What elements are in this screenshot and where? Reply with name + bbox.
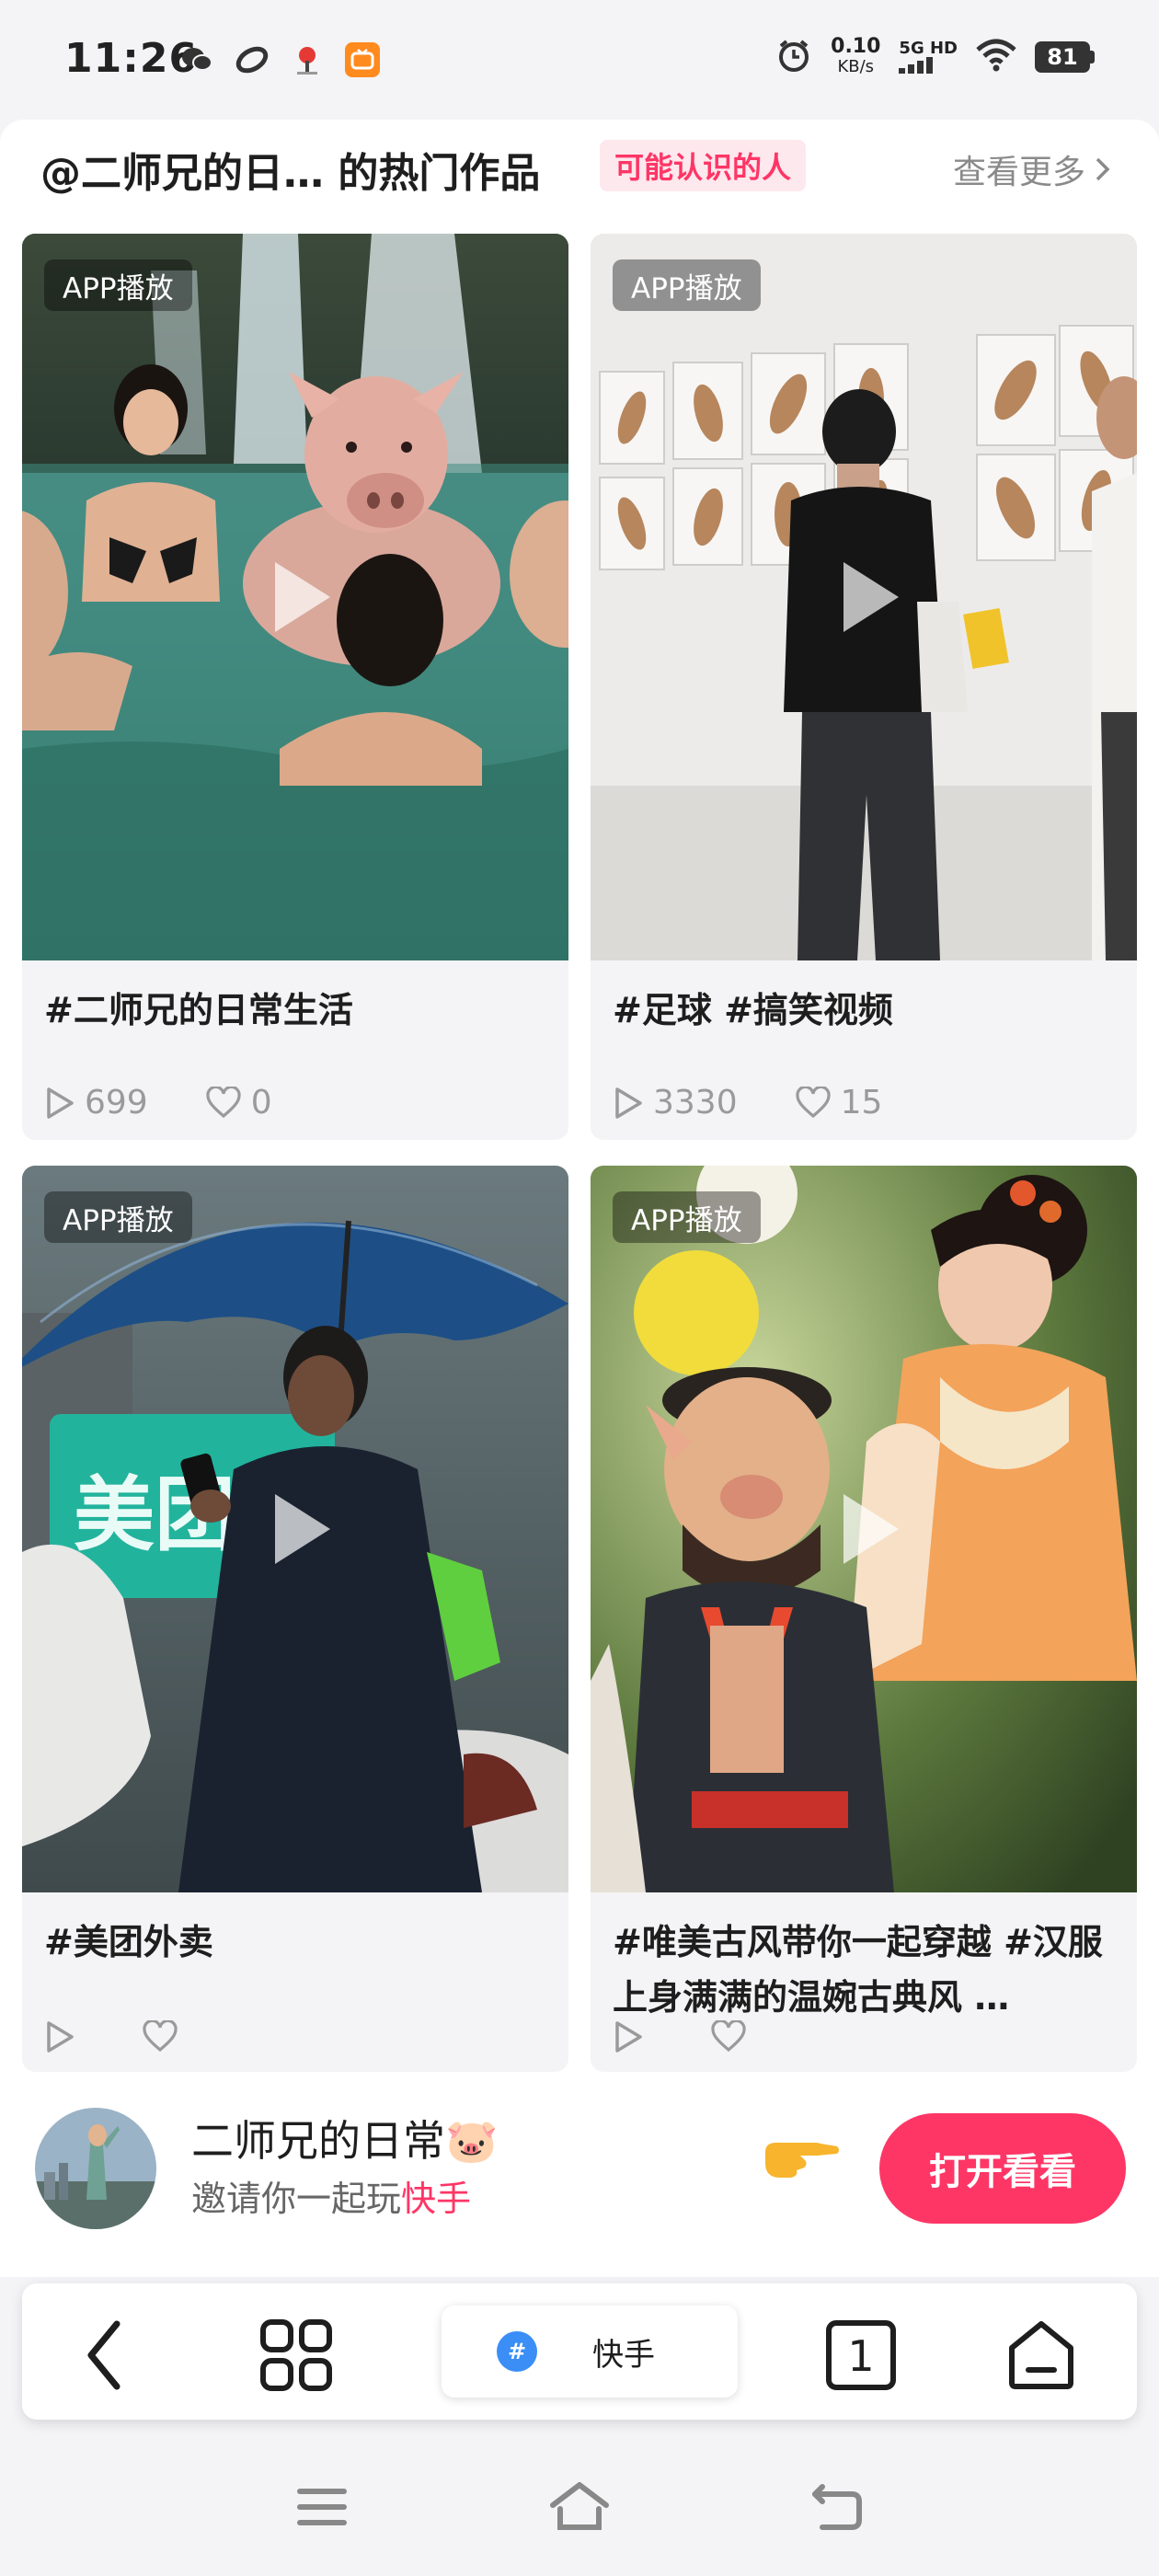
app-play-badge: APP播放 bbox=[44, 259, 192, 311]
recent-apps-button[interactable] bbox=[285, 2475, 359, 2539]
heart-icon bbox=[143, 2020, 178, 2053]
like-count-value: 15 bbox=[840, 1084, 883, 1121]
status-right: 0.10 KB/s 5G HD 81 bbox=[775, 37, 1095, 77]
tv-app-icon bbox=[345, 42, 380, 77]
site-favicon-icon: # bbox=[497, 2331, 537, 2372]
notification-icons bbox=[179, 42, 380, 77]
avatar-image bbox=[35, 2108, 156, 2229]
address-bar-label: 快手 bbox=[592, 2336, 655, 2374]
play-count bbox=[613, 2020, 653, 2053]
open-app-button[interactable]: 打开看看 bbox=[879, 2113, 1126, 2224]
like-count bbox=[710, 2020, 756, 2053]
home-icon bbox=[1009, 2321, 1073, 2389]
system-home-icon bbox=[550, 2482, 609, 2530]
status-time: 11:26 bbox=[64, 35, 199, 82]
signal-label: 5G HD bbox=[899, 39, 958, 58]
video-title: #美团外卖 bbox=[44, 1922, 213, 1962]
like-count bbox=[142, 2020, 188, 2053]
video-title: #二师兄的日常生活 bbox=[44, 990, 353, 1030]
play-count-icon bbox=[615, 2021, 642, 2053]
browser-toolbar: # 快手 1 bbox=[22, 2283, 1137, 2420]
heart-icon bbox=[711, 2020, 746, 2053]
menu-icon bbox=[297, 2489, 347, 2525]
play-count bbox=[44, 2020, 85, 2053]
section-header: @二师兄的日… 的热门作品 可能认识的人 查看更多 bbox=[0, 120, 1159, 221]
video-grid: APP播放 #二师兄的日常生活 699 0 APP播放 #足球 #搞笑视频 33… bbox=[0, 221, 1159, 2088]
avatar[interactable] bbox=[35, 2108, 156, 2229]
alarm-icon bbox=[775, 37, 812, 77]
video-title: #唯美古风带你一起穿越 #汉服上身满满的温婉古典风 … bbox=[613, 1922, 1103, 2018]
system-navigation-bar bbox=[0, 2438, 1159, 2576]
system-home-button[interactable] bbox=[543, 2475, 616, 2539]
wifi-icon bbox=[976, 39, 1016, 75]
play-count-value: 699 bbox=[85, 1084, 148, 1121]
like-count: 15 bbox=[795, 1084, 883, 1121]
like-count-value: 0 bbox=[250, 1084, 272, 1121]
signal-bars-icon bbox=[899, 57, 934, 74]
play-icon bbox=[275, 1494, 330, 1564]
invite-text: 邀请你一起玩快手 bbox=[191, 2170, 471, 2221]
like-count: 0 bbox=[205, 1084, 272, 1121]
video-thumbnail[interactable]: 美团 APP播放 bbox=[22, 1166, 568, 1892]
return-icon bbox=[812, 2484, 862, 2530]
home-button[interactable] bbox=[1004, 2318, 1078, 2392]
battery-level: 81 bbox=[1035, 41, 1090, 73]
invite-bar: 二师兄的日常🐷 邀请你一起玩快手 打开看看 bbox=[0, 2075, 1159, 2277]
heart-icon bbox=[796, 1086, 831, 1118]
invite-app-name: 快手 bbox=[401, 2179, 472, 2219]
see-more-link[interactable]: 查看更多 bbox=[953, 145, 1113, 193]
apps-grid-button[interactable] bbox=[259, 2318, 333, 2392]
play-count-icon bbox=[615, 1087, 642, 1119]
video-stats bbox=[44, 2020, 245, 2053]
back-button[interactable] bbox=[68, 2318, 142, 2392]
invite-user-name: 二师兄的日常🐷 bbox=[191, 2116, 499, 2166]
video-stats: 3330 15 bbox=[613, 1084, 939, 1121]
video-stats bbox=[613, 2020, 813, 2053]
play-count: 3330 bbox=[613, 1084, 738, 1121]
invite-text-prefix: 邀请你一起玩 bbox=[191, 2179, 402, 2219]
video-card[interactable]: APP播放 #唯美古风带你一起穿越 #汉服上身满满的温婉古典风 … bbox=[591, 1166, 1137, 2072]
play-count: 699 bbox=[44, 1084, 148, 1121]
pointing-hand-icon bbox=[760, 2130, 843, 2200]
wechat-icon bbox=[179, 42, 214, 77]
battery-cap bbox=[1090, 51, 1095, 63]
video-card[interactable]: APP播放 #足球 #搞笑视频 3330 15 bbox=[591, 234, 1137, 1140]
chevron-right-icon bbox=[1096, 157, 1110, 181]
chevron-left-icon bbox=[87, 2320, 120, 2390]
play-icon bbox=[843, 562, 899, 632]
tab-count: 1 bbox=[847, 2331, 874, 2381]
network-speed-value: 0.10 bbox=[831, 35, 881, 58]
video-stats: 699 0 bbox=[44, 1084, 329, 1121]
tabs-icon: 1 bbox=[826, 2320, 896, 2390]
app-play-badge: APP播放 bbox=[44, 1191, 192, 1243]
play-count-value: 3330 bbox=[653, 1084, 738, 1121]
system-back-button[interactable] bbox=[800, 2475, 874, 2539]
battery-indicator: 81 bbox=[1035, 41, 1095, 73]
see-more-label: 查看更多 bbox=[952, 154, 1085, 191]
network-speed-unit: KB/s bbox=[837, 57, 875, 76]
location-app-icon bbox=[290, 42, 325, 77]
video-thumbnail[interactable]: APP播放 bbox=[22, 234, 568, 960]
cellular-signal: 5G HD bbox=[899, 40, 958, 74]
network-speed: 0.10 KB/s bbox=[831, 37, 880, 77]
play-count-icon bbox=[47, 2021, 74, 2053]
app-play-badge: APP播放 bbox=[613, 1191, 761, 1243]
section-title: @二师兄的日… 的热门作品 bbox=[40, 150, 541, 197]
play-icon bbox=[275, 562, 330, 632]
link-icon bbox=[235, 42, 270, 77]
tabs-button[interactable]: 1 bbox=[824, 2318, 898, 2392]
video-card[interactable]: APP播放 #二师兄的日常生活 699 0 bbox=[22, 234, 568, 1140]
play-count-icon bbox=[47, 1087, 74, 1119]
app-play-badge: APP播放 bbox=[613, 259, 761, 311]
video-title: #足球 #搞笑视频 bbox=[613, 990, 893, 1030]
video-thumbnail[interactable]: APP播放 bbox=[591, 1166, 1137, 1892]
relation-badge: 可能认识的人 bbox=[600, 140, 807, 191]
play-icon bbox=[843, 1494, 899, 1564]
heart-icon bbox=[206, 1086, 241, 1118]
grid-icon bbox=[260, 2319, 332, 2391]
video-card[interactable]: 美团 APP播放 #美团外卖 bbox=[22, 1166, 568, 2072]
status-bar: 11:26 0.10 KB/s 5G HD 81 bbox=[0, 0, 1159, 120]
video-thumbnail[interactable]: APP播放 bbox=[591, 234, 1137, 960]
address-bar[interactable]: # 快手 bbox=[442, 2306, 738, 2398]
